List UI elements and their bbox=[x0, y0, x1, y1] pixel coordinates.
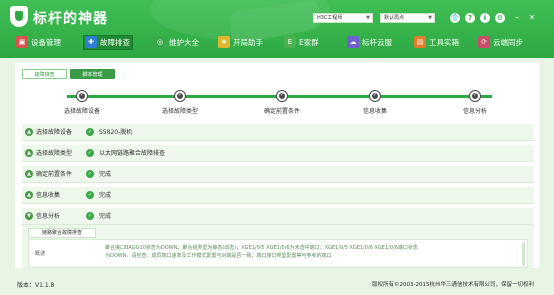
group-icon: E bbox=[284, 36, 296, 48]
site-select-value: 默认局点 bbox=[384, 15, 405, 21]
subtab-script-management[interactable]: 脚本管理 bbox=[70, 69, 115, 79]
row-label: 选择故障类型 bbox=[36, 150, 73, 157]
step-row[interactable]: ▼ 信息分析 ✓ 完成 bbox=[22, 208, 534, 225]
step-complete-icon bbox=[370, 91, 380, 101]
step-label: 确定前置条件 bbox=[263, 108, 300, 115]
detail-tab-link-aggregation[interactable]: 链路聚合故障排查 bbox=[28, 228, 96, 238]
version-label: 版本：V1.1.8 bbox=[17, 282, 55, 289]
vendor-select[interactable]: H3C工程师 ▼ bbox=[313, 13, 373, 23]
minimize-icon[interactable]: – bbox=[512, 13, 522, 23]
cloud-service-icon: ☁ bbox=[347, 36, 359, 48]
vendor-select-value: H3C工程师 bbox=[317, 15, 343, 21]
shirt-icon[interactable]: 👕 bbox=[450, 13, 460, 23]
step-complete-icon bbox=[277, 91, 287, 101]
main-content: 故障排查 脚本管理 选择故障设备 选择故障类型 确定前置条件 信息收集 信息分析… bbox=[15, 62, 539, 268]
sync-icon: ⟳ bbox=[478, 36, 490, 48]
step-row[interactable]: ▲ 选择故障类型 ✓ 以太网链路聚合故障排查 bbox=[22, 145, 534, 162]
step-row[interactable]: ▲ 确定前置条件 ✓ 完成 bbox=[22, 166, 534, 183]
row-value: 以太网链路聚合故障排查 bbox=[99, 150, 166, 157]
check-icon: ✓ bbox=[86, 149, 94, 157]
site-select[interactable]: 默认局点 ▼ bbox=[380, 13, 435, 23]
check-icon: ✓ bbox=[86, 170, 94, 178]
tab-label: 云端同步 bbox=[493, 38, 523, 47]
detail-row-label: 概述 bbox=[35, 251, 46, 257]
check-icon: ✓ bbox=[86, 128, 94, 136]
toolbox-icon: ▤ bbox=[414, 36, 426, 48]
row-label: 信息分析 bbox=[36, 213, 61, 220]
maintain-icon: ◎ bbox=[154, 36, 166, 48]
step-label: 选择故障类型 bbox=[161, 108, 198, 115]
detail-text-line: 聚合接口BAGG10状态为DOWN；聚合组类型为静态(动态)；XGE1/0/5 … bbox=[105, 245, 418, 251]
tab-label: 维护大全 bbox=[169, 38, 199, 47]
detail-text: 聚合接口BAGG10状态为DOWN；聚合组类型为静态(动态)；XGE1/0/5 … bbox=[105, 244, 505, 260]
collapse-icon[interactable]: ▼ bbox=[25, 212, 33, 220]
tab-fault-troubleshooting[interactable]: ✚ 故障排查 bbox=[83, 35, 133, 50]
step-label: 选择故障设备 bbox=[63, 108, 100, 115]
tab-label: 工具实箱 bbox=[429, 38, 459, 47]
info-icon[interactable]: i bbox=[480, 13, 490, 23]
help-icon[interactable]: ? bbox=[465, 13, 475, 23]
detail-table: 概述 聚合接口BAGG10状态为DOWN；聚合组类型为静态(动态)；XGE1/0… bbox=[28, 239, 528, 268]
tab-label: E家群 bbox=[299, 38, 319, 47]
app-title: 标杆的神器 bbox=[33, 11, 108, 27]
check-icon: ✓ bbox=[86, 191, 94, 199]
device-icon: ▣ bbox=[16, 36, 28, 48]
step-row[interactable]: ▲ 选择故障设备 ✓ S5820-脱机 bbox=[22, 124, 534, 141]
tab-label: 设备管理 bbox=[31, 38, 61, 47]
row-label: 确定前置条件 bbox=[36, 171, 73, 178]
step-label: 信息收集 bbox=[362, 108, 387, 115]
tab-cloud-service[interactable]: ☁ 标杆云服 bbox=[345, 35, 395, 50]
step-row[interactable]: ▲ 信息收集 ✓ 完成 bbox=[22, 187, 534, 204]
step-complete-icon bbox=[77, 91, 87, 101]
tab-e-group[interactable]: E E家群 bbox=[282, 35, 322, 50]
row-value: 完成 bbox=[99, 192, 112, 199]
tab-opening-assistant[interactable]: ★ 开局助手 bbox=[216, 35, 266, 50]
shield-logo-icon bbox=[10, 6, 28, 27]
step-complete-icon bbox=[470, 91, 480, 101]
tab-toolbox[interactable]: ▤ 工具实箱 bbox=[412, 35, 462, 50]
subtab-fault-troubleshooting[interactable]: 故障排查 bbox=[22, 69, 67, 79]
check-icon: ✓ bbox=[86, 212, 94, 220]
analysis-detail-panel: 链路聚合故障排查 概述 聚合接口BAGG10状态为DOWN；聚合组类型为静态(动… bbox=[22, 225, 534, 268]
tab-maintenance[interactable]: ◎ 维护大全 bbox=[152, 35, 202, 50]
row-label: 选择故障设备 bbox=[36, 129, 73, 136]
step-complete-icon bbox=[175, 91, 185, 101]
chevron-down-icon: ▼ bbox=[366, 15, 370, 21]
status-footer: 版本：V1.1.8 版权所有©2003-2015杭州华三通信技术有限公司，保留一… bbox=[0, 276, 554, 295]
row-value: 完成 bbox=[99, 213, 112, 220]
close-icon[interactable]: ✕ bbox=[527, 13, 537, 23]
assistant-icon: ★ bbox=[218, 36, 230, 48]
expand-icon[interactable]: ▲ bbox=[25, 128, 33, 136]
detail-scrollbar[interactable] bbox=[522, 242, 525, 266]
expand-icon[interactable]: ▲ bbox=[25, 149, 33, 157]
row-value: 完成 bbox=[99, 171, 112, 178]
tab-label: 开局助手 bbox=[233, 38, 263, 47]
expand-icon[interactable]: ▲ bbox=[25, 191, 33, 199]
tab-device-management[interactable]: ▣ 设备管理 bbox=[14, 35, 64, 50]
row-value: S5820-脱机 bbox=[99, 129, 133, 136]
fault-icon: ✚ bbox=[85, 36, 97, 48]
row-label: 信息收集 bbox=[36, 192, 61, 199]
tab-label: 故障排查 bbox=[100, 38, 130, 47]
expand-icon[interactable]: ▲ bbox=[25, 170, 33, 178]
tab-label: 标杆云服 bbox=[362, 38, 392, 47]
app-header: 标杆的神器 H3C工程师 ▼ 默认局点 ▼ 👕 ? i ⚙ – ✕ ▣ 设备管理 … bbox=[0, 0, 554, 58]
detail-text-line: 为DOWN，请检查：成员端口速率及工作模式配置与对端是否一致；端口接口类型配置等… bbox=[105, 253, 332, 259]
tab-cloud-sync[interactable]: ⟳ 云端同步 bbox=[476, 35, 526, 50]
copyright-text: 版权所有©2003-2015杭州华三通信技术有限公司，保留一切权利 bbox=[372, 282, 534, 288]
step-label: 信息分析 bbox=[462, 108, 487, 115]
settings-icon[interactable]: ⚙ bbox=[495, 13, 505, 23]
chevron-down-icon: ▼ bbox=[428, 15, 432, 21]
